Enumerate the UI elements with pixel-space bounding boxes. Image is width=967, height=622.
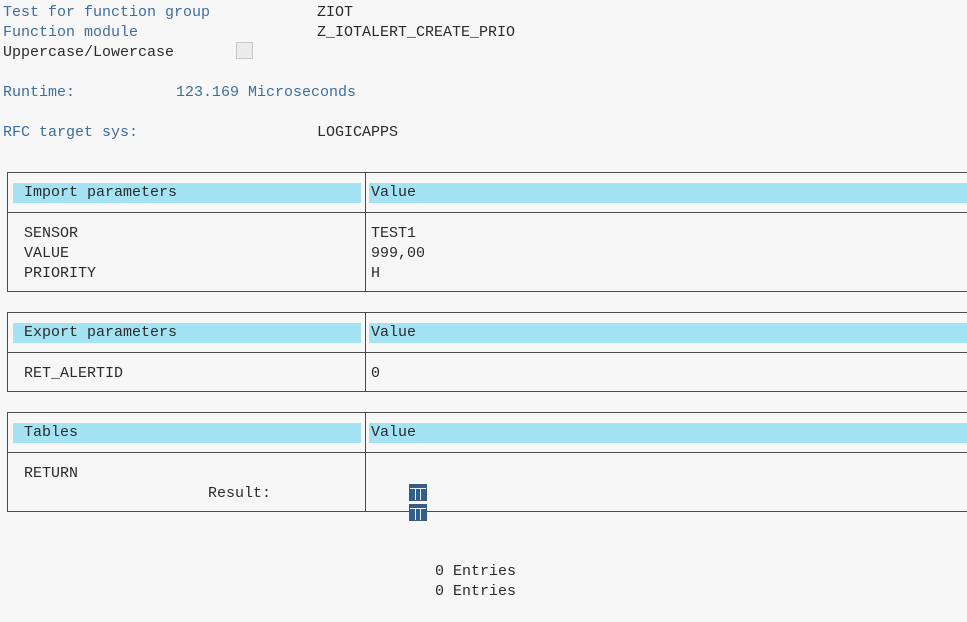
function-module-value: Z_IOTALERT_CREATE_PRIO <box>317 24 516 41</box>
import-parameters-panel: Import parameters Value SENSOR VALUE PRI… <box>7 172 967 292</box>
table-icon[interactable] <box>409 504 428 521</box>
function-group-label: Test for function group <box>3 4 211 21</box>
export-parameters-header: Export parameters <box>13 323 361 343</box>
function-group-value: ZIOT <box>317 4 354 21</box>
param-value-value[interactable]: 999,00 <box>371 244 425 264</box>
tables-header: Tables <box>13 423 361 443</box>
import-parameters-header: Import parameters <box>13 183 361 203</box>
runtime-label: Runtime: <box>3 84 76 101</box>
function-module-label: Function module <box>3 24 139 41</box>
export-parameters-panel: Export parameters Value RET_ALERTID 0 <box>7 312 967 392</box>
param-value-priority[interactable]: H <box>371 264 380 284</box>
param-value-sensor[interactable]: TEST1 <box>371 224 416 244</box>
param-name-sensor: SENSOR <box>24 225 79 242</box>
rfc-target-label: RFC target sys: <box>3 124 139 141</box>
result-label: Result: <box>208 485 272 502</box>
runtime-value: 123.169 Microseconds <box>176 84 357 101</box>
table-name-return: RETURN <box>24 465 79 482</box>
import-value-header: Value <box>369 183 967 203</box>
result-entries-row[interactable]: 0 Entries <box>373 484 516 622</box>
export-value-header: Value <box>369 323 967 343</box>
param-value-ret-alertid: 0 <box>371 365 381 382</box>
tables-value-header: Value <box>369 423 967 443</box>
param-name-value: VALUE <box>24 245 70 262</box>
rfc-target-value: LOGICAPPS <box>317 124 399 141</box>
case-sensitivity-checkbox[interactable] <box>236 42 253 59</box>
case-sensitivity-label: Uppercase/Lowercase <box>3 44 175 61</box>
param-name-priority: PRIORITY <box>24 265 97 282</box>
tables-panel: Tables Value RETURN Result: 0 Entries 0 … <box>7 412 967 600</box>
result-entries-count: 0 Entries <box>435 583 517 600</box>
param-name-ret-alertid: RET_ALERTID <box>24 365 124 382</box>
